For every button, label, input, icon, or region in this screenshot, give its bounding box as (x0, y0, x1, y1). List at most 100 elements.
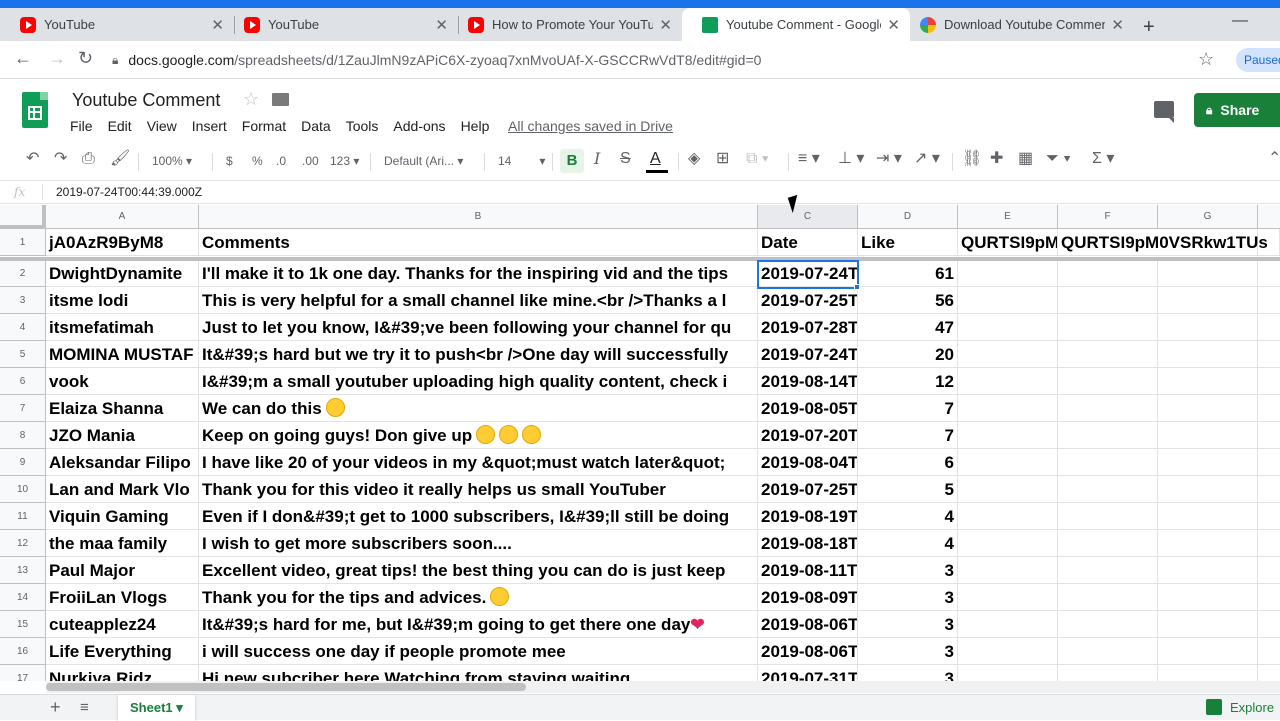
cell-comment[interactable]: Excellent video, great tips! the best th… (199, 557, 758, 584)
cell-author[interactable]: DwightDynamite (46, 260, 199, 287)
cell-e[interactable] (958, 422, 1058, 449)
cell-author[interactable]: Viquin Gaming (46, 503, 199, 530)
cell-date[interactable]: 2019-08-06T (758, 611, 858, 638)
cell-h[interactable] (1258, 368, 1280, 395)
cell-likes[interactable]: 56 (858, 287, 958, 314)
cell-date[interactable]: 2019-08-06T (758, 638, 858, 665)
cell-date[interactable]: 2019-08-04T (758, 449, 858, 476)
merge-cells-icon[interactable]: ⧉ ▾ (746, 150, 769, 168)
select-all-corner[interactable] (0, 205, 46, 229)
cell-comment[interactable]: It&#39;s hard but we try it to push<br /… (199, 341, 758, 368)
cell-g[interactable] (1158, 638, 1258, 665)
cell-author[interactable]: cuteapplez24 (46, 611, 199, 638)
cell-likes[interactable]: 3 (858, 584, 958, 611)
formula-input[interactable]: 2019-07-24T00:44:39.000Z (56, 185, 202, 199)
cell-comment[interactable]: Thank you for this video it really helps… (199, 476, 758, 503)
cell-e[interactable] (958, 314, 1058, 341)
cell-likes[interactable]: 20 (858, 341, 958, 368)
zoom-select[interactable]: 100% ▾ (152, 152, 192, 170)
more-formats-select[interactable]: 123 ▾ (330, 152, 359, 170)
cell-e[interactable] (958, 638, 1058, 665)
undo-icon[interactable]: ↶ (26, 150, 39, 168)
cell-h[interactable] (1258, 557, 1280, 584)
borders-icon[interactable]: ⊞ (716, 150, 729, 168)
cell-likes[interactable]: Like (858, 229, 958, 256)
cell-comment[interactable]: We can do this (199, 395, 758, 422)
text-wrap-icon[interactable]: ⇥ ▾ (876, 150, 902, 168)
column-header-f[interactable]: F (1058, 205, 1158, 229)
row-number[interactable]: 1 (0, 229, 46, 256)
cell-author[interactable]: itsmefatimah (46, 314, 199, 341)
cell-likes[interactable]: 3 (858, 638, 958, 665)
cell-f[interactable] (1058, 503, 1158, 530)
increase-decimal-button[interactable]: .00 (302, 152, 319, 170)
cell-e[interactable] (958, 260, 1058, 287)
cell-g[interactable] (1158, 368, 1258, 395)
cell-date[interactable]: 2019-07-28T (758, 314, 858, 341)
cell-g[interactable] (1158, 449, 1258, 476)
column-header-g[interactable]: G (1158, 205, 1258, 229)
cell-e[interactable] (958, 665, 1058, 681)
fill-handle[interactable] (854, 284, 860, 290)
cell-f[interactable] (1058, 449, 1158, 476)
row-number[interactable]: 12 (0, 530, 46, 557)
cell-date[interactable]: 2019-08-11T (758, 557, 858, 584)
cell-g[interactable] (1158, 530, 1258, 557)
cell-f[interactable] (1058, 287, 1158, 314)
cell-date[interactable]: 2019-08-09T (758, 584, 858, 611)
cell-h[interactable] (1258, 530, 1280, 557)
menu-help[interactable]: Help (461, 118, 490, 134)
filter-icon[interactable]: ⏷ ▾ (1046, 150, 1071, 168)
cell-date[interactable]: 2019-08-19T (758, 503, 858, 530)
cell-f[interactable] (1058, 314, 1158, 341)
collapse-toolbar-icon[interactable]: ⌃ (1268, 150, 1280, 168)
print-icon[interactable]: ⎙ (82, 150, 95, 168)
close-icon[interactable]: ✕ (659, 16, 672, 34)
cell-h[interactable] (1258, 314, 1280, 341)
menu-view[interactable]: View (147, 118, 177, 134)
cell-author[interactable]: Aleksandar Filipo (46, 449, 199, 476)
cell-comment[interactable]: Even if I don&#39;t get to 1000 subscrib… (199, 503, 758, 530)
cell-f[interactable] (1058, 368, 1158, 395)
cell-comment[interactable]: I&#39;m a small youtuber uploading high … (199, 368, 758, 395)
cell-e[interactable] (958, 557, 1058, 584)
vertical-align-icon[interactable]: ⊥ ▾ (838, 150, 864, 168)
cell-date[interactable]: 2019-07-20T (758, 422, 858, 449)
spreadsheet-grid[interactable]: A B C D E F G 1 jA0AzR9ByM8 Comments Date Li… (0, 205, 1280, 681)
menu-data[interactable]: Data (301, 118, 331, 134)
cell-h[interactable] (1258, 665, 1280, 681)
row-number[interactable]: 14 (0, 584, 46, 611)
cell-author[interactable]: itsme lodi (46, 287, 199, 314)
currency-format-button[interactable]: $ (226, 152, 233, 170)
cell-e[interactable] (958, 503, 1058, 530)
cell-comment[interactable]: Just to let you know, I&#39;ve been foll… (199, 314, 758, 341)
cell-likes[interactable]: 3 (858, 665, 958, 681)
cell-comment[interactable]: I'll make it to 1k one day. Thanks for t… (199, 260, 758, 287)
cell-h[interactable] (1258, 449, 1280, 476)
column-header-c[interactable]: C (758, 205, 858, 229)
browser-tab[interactable]: How to Promote Your YouTube ✕ (448, 8, 682, 41)
fill-color-icon[interactable]: ◈ (688, 150, 700, 168)
cell-comment[interactable]: It&#39;s hard for me, but I&#39;m going … (199, 611, 758, 638)
column-header-e[interactable]: E (958, 205, 1058, 229)
bold-button[interactable]: B (560, 149, 584, 173)
cell-h[interactable] (1258, 260, 1280, 287)
cell-f[interactable] (1058, 638, 1158, 665)
cell-g[interactable] (1158, 503, 1258, 530)
save-status-link[interactable]: All changes saved in Drive (508, 118, 673, 134)
row-number[interactable]: 10 (0, 476, 46, 503)
menu-file[interactable]: File (70, 118, 93, 134)
cell-date[interactable]: 2019-07-25T (758, 287, 858, 314)
cell-date[interactable]: 2019-08-05T (758, 395, 858, 422)
cell-author[interactable]: the maa family (46, 530, 199, 557)
redo-icon[interactable]: ↷ (54, 150, 67, 168)
cell-comment[interactable]: Comments (199, 229, 758, 256)
cell-h[interactable] (1258, 503, 1280, 530)
cell-h[interactable] (1258, 287, 1280, 314)
horizontal-scrollbar[interactable] (46, 681, 1280, 693)
cell-f[interactable] (1058, 341, 1158, 368)
insert-comment-icon[interactable]: ✚ (990, 150, 1003, 168)
cell-comment[interactable]: i will success one day if people promote… (199, 638, 758, 665)
row-number[interactable]: 8 (0, 422, 46, 449)
horizontal-align-icon[interactable]: ≡ ▾ (798, 150, 820, 168)
